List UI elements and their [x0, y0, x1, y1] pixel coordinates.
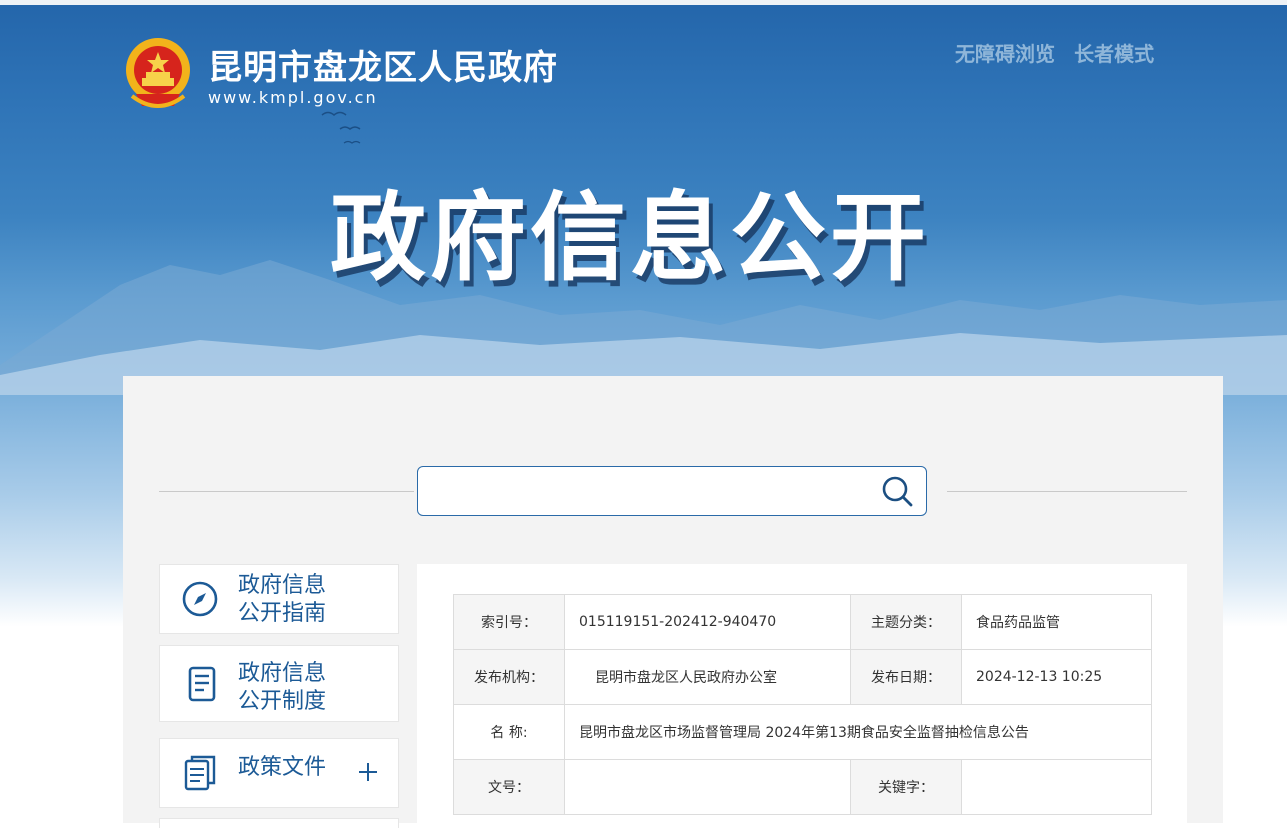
compass-icon [182, 581, 218, 617]
name-value: 昆明市盘龙区市场监督管理局 2024年第13期食品安全监督抽检信息公告 [564, 704, 1152, 760]
name-label: 名 称: [453, 704, 565, 760]
index-value: 015119151-202412-940470 [564, 594, 851, 650]
site-name: 昆明市盘龙区人民政府 [208, 48, 558, 88]
index-label: 索引号： [453, 594, 565, 650]
docno-value [564, 759, 851, 815]
document-icon [188, 666, 216, 702]
sidebar-item-label: 政府信息 [238, 573, 327, 598]
publisher-value: 昆明市盘龙区人民政府办公室 [564, 649, 851, 705]
date-value: 2024-12-13 10:25 [961, 649, 1152, 705]
national-emblem-icon [126, 38, 190, 108]
docno-label: 文号： [453, 759, 565, 815]
sidebar-item-label: 公开指南 [238, 601, 327, 626]
site-url: www.kmpl.gov.cn [208, 88, 378, 107]
top-links: 无障碍浏览 长者模式 [955, 38, 1168, 67]
table-row: 索引号： 015119151-202412-940470 主题分类： 食品药品监… [453, 594, 1152, 650]
sidebar-item-guide[interactable]: 政府信息 公开指南 [159, 564, 399, 634]
search-icon[interactable] [880, 474, 914, 508]
banner-title: 政府信息公开 [330, 182, 930, 294]
elder-mode-link[interactable]: 长者模式 [1074, 42, 1154, 66]
topic-label: 主题分类： [850, 594, 962, 650]
divider-left [159, 491, 414, 492]
sidebar-item-system[interactable]: 政府信息 公开制度 [159, 645, 399, 722]
birds-decoration [321, 111, 361, 144]
keyword-value [961, 759, 1152, 815]
date-label: 发布日期： [850, 649, 962, 705]
search-box [417, 466, 927, 516]
sidebar-item-next[interactable] [159, 818, 399, 828]
sidebar-item-label: 政府信息 [238, 661, 327, 686]
divider-right [947, 491, 1187, 492]
topic-value: 食品药品监管 [961, 594, 1152, 650]
keyword-label: 关键字： [850, 759, 962, 815]
files-icon [184, 755, 216, 791]
info-table: 索引号： 015119151-202412-940470 主题分类： 食品药品监… [453, 594, 1152, 815]
sidebar-item-label: 公开制度 [238, 689, 327, 714]
accessibility-link[interactable]: 无障碍浏览 [955, 42, 1055, 66]
sidebar-item-policy[interactable]: 政策文件 [159, 738, 399, 808]
table-row: 名 称: 昆明市盘龙区市场监督管理局 2024年第13期食品安全监督抽检信息公告 [453, 704, 1152, 760]
sidebar-item-label: 政策文件 [238, 755, 327, 780]
publisher-label: 发布机构： [453, 649, 565, 705]
table-row: 文号： 关键字： [453, 759, 1152, 815]
plus-icon[interactable] [357, 761, 379, 783]
table-row: 发布机构： 昆明市盘龙区人民政府办公室 发布日期： 2024-12-13 10:… [453, 649, 1152, 705]
search-input[interactable] [430, 475, 874, 509]
